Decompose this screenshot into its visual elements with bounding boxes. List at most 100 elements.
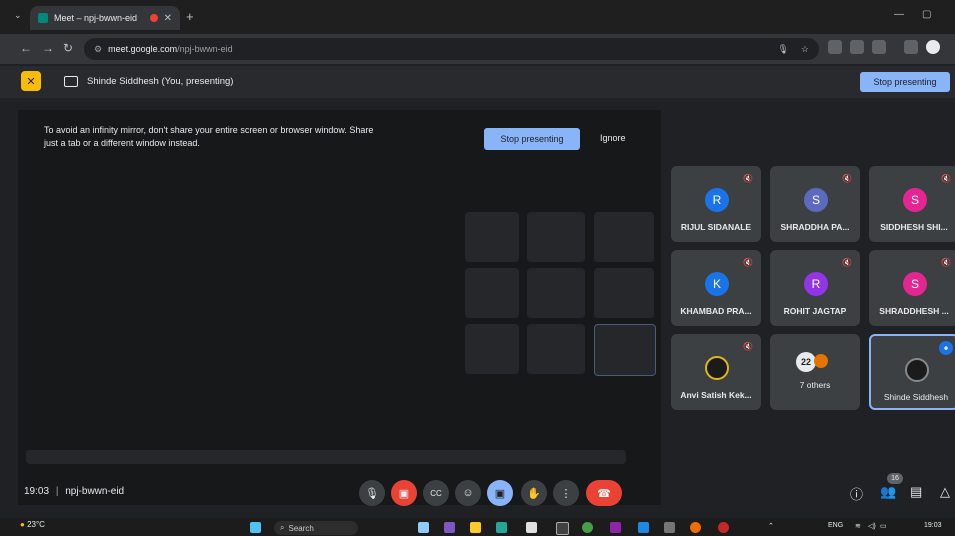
taskbar-app-icon[interactable]	[526, 522, 537, 533]
more-options-button[interactable]: ⋮	[553, 480, 579, 506]
reload-icon[interactable]: ↻	[63, 41, 73, 55]
maximize-icon[interactable]: ▢	[922, 9, 931, 20]
participant-count-badge: 16	[887, 473, 903, 484]
mirror-tile	[594, 324, 656, 376]
stop-presenting-button[interactable]: Stop presenting	[860, 72, 950, 92]
participant-tile[interactable]: 🔇 S SHRADDHESH ...	[869, 250, 955, 326]
others-count: 22	[796, 352, 816, 372]
back-arrow-icon[interactable]: ←	[20, 41, 32, 55]
mirror-tile	[465, 212, 519, 262]
participant-name: SHRADDHESH ...	[879, 306, 949, 316]
tray-chevron-up-icon[interactable]: ⌃	[768, 522, 774, 530]
reactions-button[interactable]: ☺	[455, 480, 481, 506]
taskbar-search[interactable]: ⌕ Search	[274, 521, 358, 535]
wifi-icon[interactable]: ≋	[855, 522, 861, 530]
minimize-icon[interactable]: —	[894, 9, 904, 20]
taskbar-app-icon[interactable]	[556, 522, 569, 535]
site-info-icon[interactable]: ⚙	[94, 44, 102, 55]
taskbar-app-icon[interactable]	[638, 522, 649, 533]
raise-hand-button[interactable]: ✋	[521, 480, 547, 506]
bookmark-star-icon[interactable]: ☆	[801, 44, 809, 55]
hand-icon: ✋	[527, 487, 541, 500]
mirror-tile	[465, 268, 519, 318]
participant-tile[interactable]: 🔇 Anvi Satish Kek...	[671, 334, 761, 410]
warning-line-1: To avoid an infinity mirror, don't share…	[44, 125, 374, 135]
hang-up-icon: ☎	[597, 487, 611, 500]
mirror-tile	[594, 268, 654, 318]
chrome-icon[interactable]	[582, 522, 593, 533]
forward-arrow-icon[interactable]: →	[42, 41, 54, 55]
close-tab-icon[interactable]: ✕	[164, 13, 172, 24]
profile-avatar[interactable]	[926, 40, 940, 54]
file-explorer-icon[interactable]	[470, 522, 481, 533]
tab-title: Meet – npj-bwwn-eid	[54, 13, 138, 23]
taskbar-app-icon[interactable]	[718, 522, 729, 533]
search-icon: ⌕	[280, 523, 285, 532]
chat-icon[interactable]: ▤	[910, 484, 922, 500]
avatar: K	[705, 272, 729, 296]
extension-icon[interactable]	[850, 40, 864, 54]
self-tile[interactable]: ⦁ Shinde Siddhesh	[869, 334, 955, 410]
tab-search-chevron-icon[interactable]: ⌄	[14, 10, 22, 21]
ignore-button[interactable]: Ignore	[600, 133, 626, 143]
taskbar-app-icon[interactable]	[444, 522, 455, 533]
participant-name: Anvi Satish Kek...	[680, 390, 752, 400]
microphone-icon: 🎙	[365, 487, 379, 500]
start-icon[interactable]	[250, 522, 261, 533]
participant-tile[interactable]: 🔇 S SHRADDHA PA...	[770, 166, 860, 242]
participant-tile[interactable]: 🔇 S SIDDHESH SHI...	[869, 166, 955, 242]
microphone-button[interactable]: 🎙	[359, 480, 385, 506]
weather-widget[interactable]: ● 23°C	[20, 520, 45, 529]
warning-stop-presenting-button[interactable]: Stop presenting	[484, 128, 580, 150]
stop-share-icon[interactable]: ✕	[21, 71, 41, 91]
avatar-photo	[905, 358, 929, 382]
camera-off-icon: ▣	[398, 487, 410, 500]
avatar: S	[804, 188, 828, 212]
participant-tile[interactable]: 🔇 R ROHIT JAGTAP	[770, 250, 860, 326]
participant-name: KHAMBAD PRA...	[680, 306, 752, 316]
avatar: S	[903, 188, 927, 212]
battery-icon[interactable]: ▭	[880, 522, 887, 530]
url-bar[interactable]: ⚙ meet.google.com/npj-bwwn-eid 🎙 ☆	[84, 38, 819, 60]
participant-name: SIDDHESH SHI...	[880, 222, 948, 232]
volume-icon[interactable]: ◁)	[868, 522, 876, 530]
participant-tile[interactable]: 🔇 R RIJUL SIDANALE	[671, 166, 761, 242]
mic-off-icon: 🔇	[941, 258, 951, 267]
extensions-puzzle-icon[interactable]	[872, 40, 886, 54]
edge-browser-icon[interactable]	[496, 522, 507, 533]
side-panel-icon[interactable]	[904, 40, 918, 54]
participant-tile[interactable]: 🔇 K KHAMBAD PRA...	[671, 250, 761, 326]
captions-button[interactable]: CC	[423, 480, 449, 506]
camera-off-button[interactable]: ▣	[391, 480, 417, 506]
others-tile[interactable]: 22 7 others	[770, 334, 860, 410]
taskbar-clock[interactable]: 19:03	[924, 522, 942, 529]
speaking-indicator-icon: ⦁	[939, 341, 953, 355]
mic-off-icon: 🔇	[842, 258, 852, 267]
activities-icon[interactable]: △	[940, 484, 950, 500]
taskbar-app-icon[interactable]	[690, 522, 701, 533]
participant-name: SHRADDHA PA...	[780, 222, 850, 232]
mirror-tile	[527, 324, 585, 374]
language-indicator[interactable]: ENG	[828, 522, 843, 529]
emoji-icon: ☺	[462, 487, 474, 499]
mic-off-icon: 🔇	[842, 174, 852, 183]
present-button[interactable]: ▣	[487, 480, 513, 506]
leave-call-button[interactable]: ☎	[586, 480, 622, 506]
mic-off-icon: 🔇	[743, 342, 753, 351]
recording-dot-icon	[149, 14, 158, 22]
mic-off-icon: 🔇	[743, 258, 753, 267]
avatar: S	[903, 272, 927, 296]
meet-favicon-icon	[38, 13, 48, 23]
people-icon[interactable]: 👥	[880, 484, 896, 500]
mic-permission-icon[interactable]: 🎙	[777, 44, 788, 55]
taskbar-app-icon[interactable]	[664, 522, 675, 533]
meeting-info: 19:03 | npj-bwwn-eid	[24, 486, 125, 497]
extension-icon[interactable]	[828, 40, 842, 54]
taskbar-app-icon[interactable]	[418, 522, 429, 533]
onenote-icon[interactable]	[610, 522, 621, 533]
browser-tab-meet[interactable]: Meet – npj-bwwn-eid ✕	[30, 6, 180, 30]
new-tab-icon[interactable]: +	[186, 9, 194, 24]
search-label: Search	[288, 523, 314, 533]
meeting-details-icon[interactable]: ⓘ	[850, 484, 863, 503]
avatar: R	[804, 272, 828, 296]
